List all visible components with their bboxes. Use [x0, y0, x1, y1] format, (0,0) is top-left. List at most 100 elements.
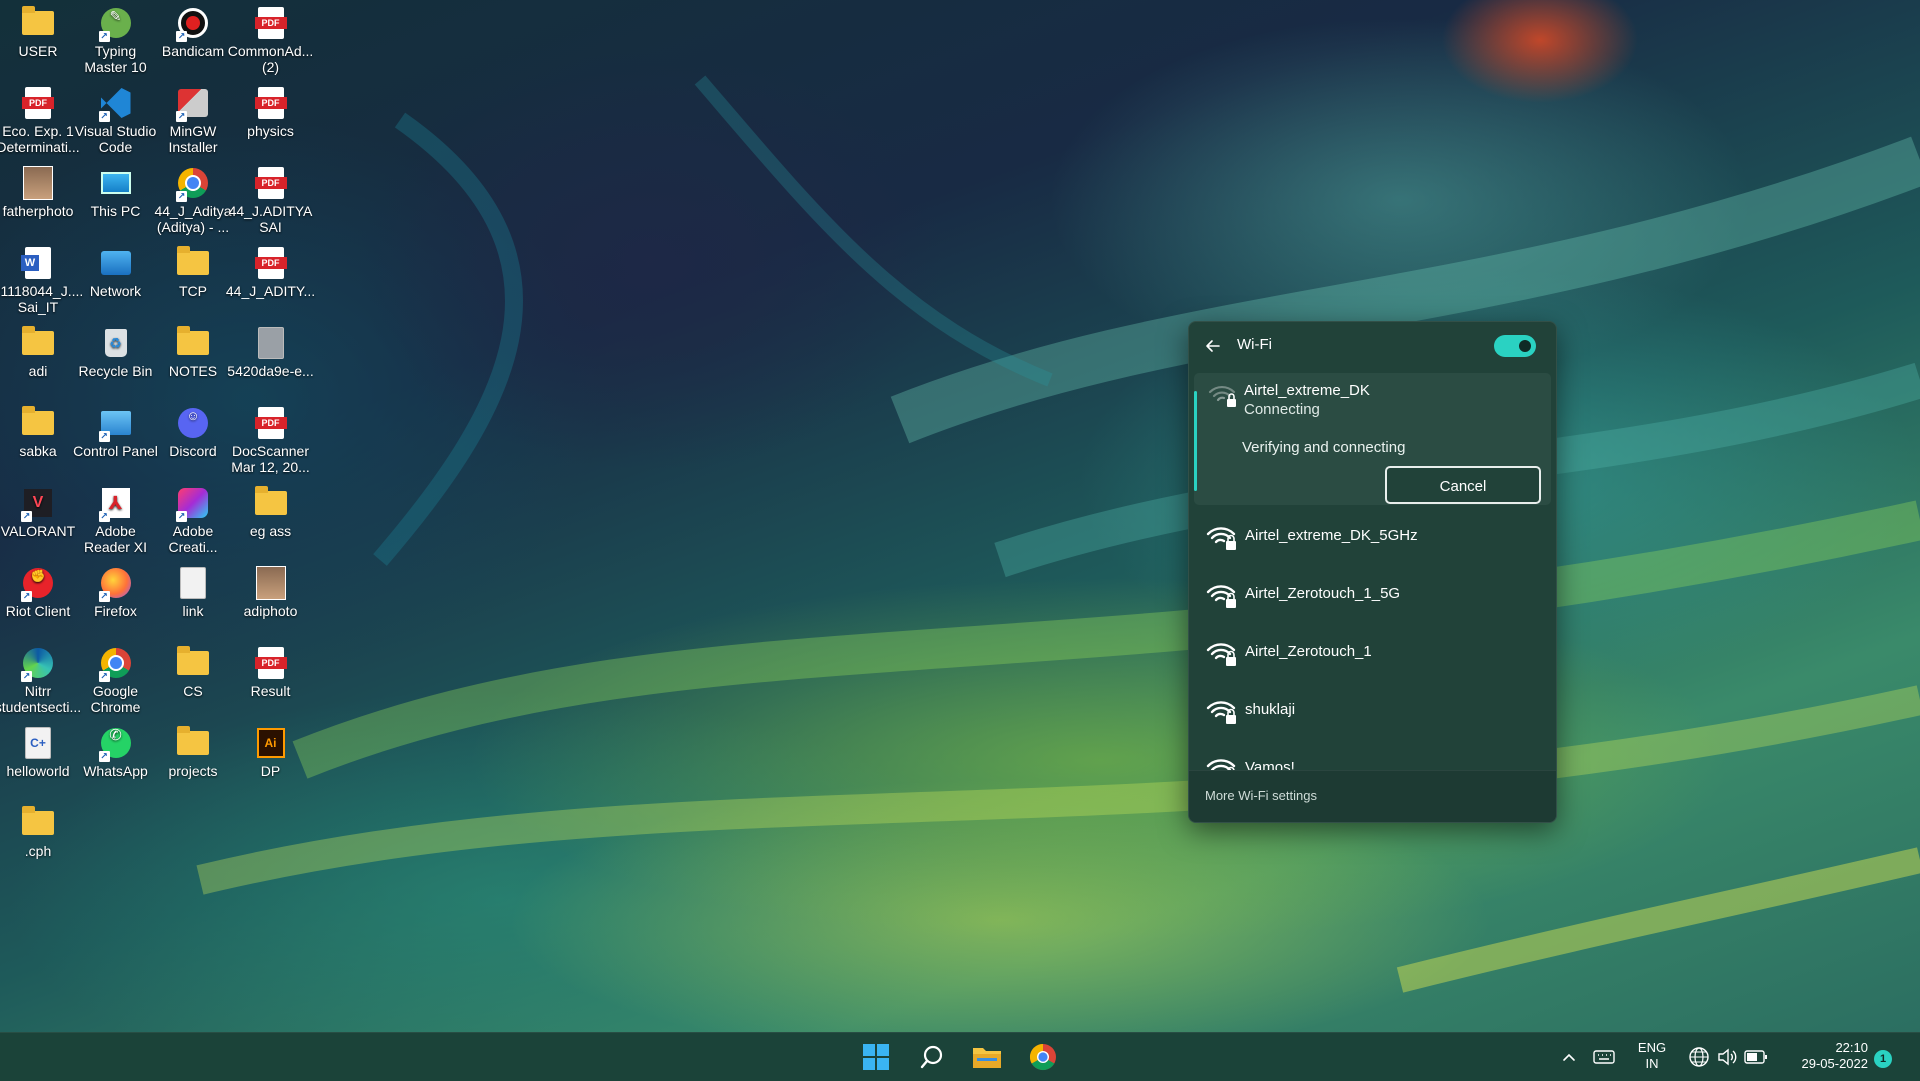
search-button[interactable]	[914, 1039, 950, 1075]
desktop-icon-commonad[interactable]: CommonAd... (2)	[225, 2, 317, 80]
pdf-icon	[254, 406, 288, 440]
region-code: IN	[1645, 1056, 1659, 1071]
notification-badge[interactable]: 1	[1874, 1050, 1892, 1068]
desktop-icon-dp[interactable]: Ai DP	[225, 722, 317, 800]
globe-network-icon	[1689, 1047, 1709, 1067]
selection-indicator	[1194, 391, 1197, 491]
file-explorer-icon	[973, 1048, 1001, 1068]
pdf-icon	[254, 166, 288, 200]
wifi-toggle[interactable]	[1494, 335, 1536, 357]
desktop-icon-44-j-adity[interactable]: 44_J_ADITY...	[225, 242, 317, 320]
wifi-flyout: Wi-Fi Airtel_extreme_DK Connecting Verif…	[1188, 321, 1557, 823]
desktop-icon-label: 44_J_ADITY...	[225, 283, 316, 299]
monitor-icon	[99, 166, 133, 200]
desktop-icon-label: eg ass	[249, 523, 292, 539]
discord-icon: ☺	[176, 406, 210, 440]
desktop-icon-label: adiphoto	[243, 603, 298, 619]
folder-icon	[21, 6, 55, 40]
illustrator-icon: Ai	[254, 726, 288, 760]
desktop-icon-eg-ass[interactable]: eg ass	[225, 482, 317, 560]
bandicam-icon	[176, 6, 210, 42]
clock-date: 29-05-2022	[1801, 1056, 1869, 1071]
folder-icon	[176, 646, 210, 680]
control-panel-icon	[98, 406, 133, 442]
whatsapp-icon: ✆	[98, 726, 133, 762]
quick-settings-button[interactable]	[1682, 1039, 1774, 1075]
network-name: Airtel_Zerotouch_1_5G	[1245, 585, 1401, 602]
pdf-icon	[254, 246, 288, 280]
file-explorer-button[interactable]	[969, 1039, 1005, 1075]
pdf-icon	[21, 86, 55, 120]
show-hidden-icons-button[interactable]	[1552, 1039, 1586, 1075]
valorant-icon: V	[21, 486, 55, 522]
keyboard-icon	[1593, 1050, 1615, 1064]
pdf-icon	[254, 86, 288, 120]
folder-icon	[21, 326, 55, 360]
mingw-icon	[176, 86, 210, 122]
back-button[interactable]	[1201, 334, 1225, 358]
folder-icon	[21, 806, 55, 840]
desktop-icon-physics[interactable]: physics	[225, 82, 317, 160]
folder-icon	[21, 406, 55, 440]
wifi-title: Wi-Fi	[1237, 336, 1272, 353]
network-name: Airtel_Zerotouch_1	[1245, 643, 1372, 660]
battery-icon	[1744, 1050, 1767, 1064]
chrome-icon	[98, 646, 133, 682]
folder-icon	[176, 326, 210, 360]
adobe-cc-icon	[176, 486, 210, 522]
desktop-icon-5420da9e-e[interactable]: 5420da9e-e...	[225, 322, 317, 400]
search-icon	[920, 1045, 943, 1069]
desktop-icon-cph[interactable]: .cph	[0, 802, 84, 880]
chrome-taskbar-button[interactable]	[1025, 1039, 1061, 1075]
desktop-icon-label: DocScanner Mar 12, 20...	[231, 443, 310, 475]
desktop-icon-adiphoto[interactable]: adiphoto	[225, 562, 317, 640]
typing-master-icon: ✎	[98, 6, 133, 42]
folder-icon	[176, 726, 210, 760]
desktop-icon-label: physics	[247, 123, 294, 139]
language-code: ENG	[1637, 1040, 1667, 1055]
desktop-icon-label: Result	[250, 683, 291, 699]
wifi-network-item[interactable]: Airtel_Zerotouch_1	[1194, 627, 1551, 679]
clock-time: 22:10	[1835, 1040, 1868, 1055]
riot-client-icon: ✊	[21, 566, 55, 602]
wifi-locked-weak-icon	[1208, 385, 1236, 407]
wifi-network-item[interactable]: Airtel_Zerotouch_1_5G	[1194, 569, 1551, 621]
active-network-name: Airtel_extreme_DK	[1244, 382, 1370, 399]
network-name: Airtel_extreme_DK_5GHz	[1245, 527, 1418, 544]
wifi-flyout-header: Wi-Fi	[1189, 322, 1556, 370]
text-file-icon	[176, 566, 210, 600]
desktop-icon-label: CommonAd... (2)	[227, 43, 314, 75]
pdf-icon	[254, 646, 288, 680]
wifi-network-item[interactable]: Airtel_extreme_DK_5GHz	[1194, 511, 1551, 563]
wifi-network-active[interactable]: Airtel_extreme_DK Connecting Verifying a…	[1194, 373, 1551, 505]
network-name: shuklaji	[1245, 701, 1296, 718]
chevron-up-icon	[1563, 1053, 1575, 1061]
wifi-locked-icon	[1206, 585, 1236, 608]
word-doc-icon	[21, 246, 55, 280]
touch-keyboard-button[interactable]	[1587, 1039, 1621, 1075]
desktop-icon-docscanner[interactable]: DocScanner Mar 12, 20...	[225, 402, 317, 480]
cpp-file-icon: C+	[21, 726, 55, 760]
wifi-network-item[interactable]: shuklaji	[1194, 685, 1551, 737]
more-wifi-settings-link[interactable]: More Wi-Fi settings	[1205, 788, 1317, 803]
folder-icon	[176, 246, 210, 280]
start-button[interactable]	[858, 1039, 894, 1075]
chrome-icon	[1029, 1043, 1056, 1071]
clock[interactable]: 22:10 29-05-2022	[1782, 1040, 1869, 1072]
recycle-bin-icon: ♻	[99, 326, 133, 360]
photo-icon	[254, 566, 288, 600]
network-icon	[99, 246, 133, 280]
windows-logo-icon	[863, 1044, 889, 1070]
wifi-locked-icon	[1206, 527, 1236, 550]
desktop-icon-label: 44_J.ADITYA SAI	[228, 203, 313, 235]
wifi-locked-icon	[1206, 643, 1236, 666]
image-file-icon	[254, 326, 288, 360]
desktop-icon-label: DP	[260, 763, 281, 779]
cancel-button[interactable]: Cancel	[1385, 466, 1541, 504]
chrome-icon	[176, 166, 210, 202]
photo-icon	[21, 166, 55, 200]
desktop-icon-44-j-aditya[interactable]: 44_J.ADITYA SAI	[225, 162, 317, 240]
desktop-icon-result[interactable]: Result	[225, 642, 317, 720]
adobe-reader-icon: ⅄	[98, 486, 133, 522]
language-indicator[interactable]: ENG IN	[1630, 1040, 1674, 1072]
